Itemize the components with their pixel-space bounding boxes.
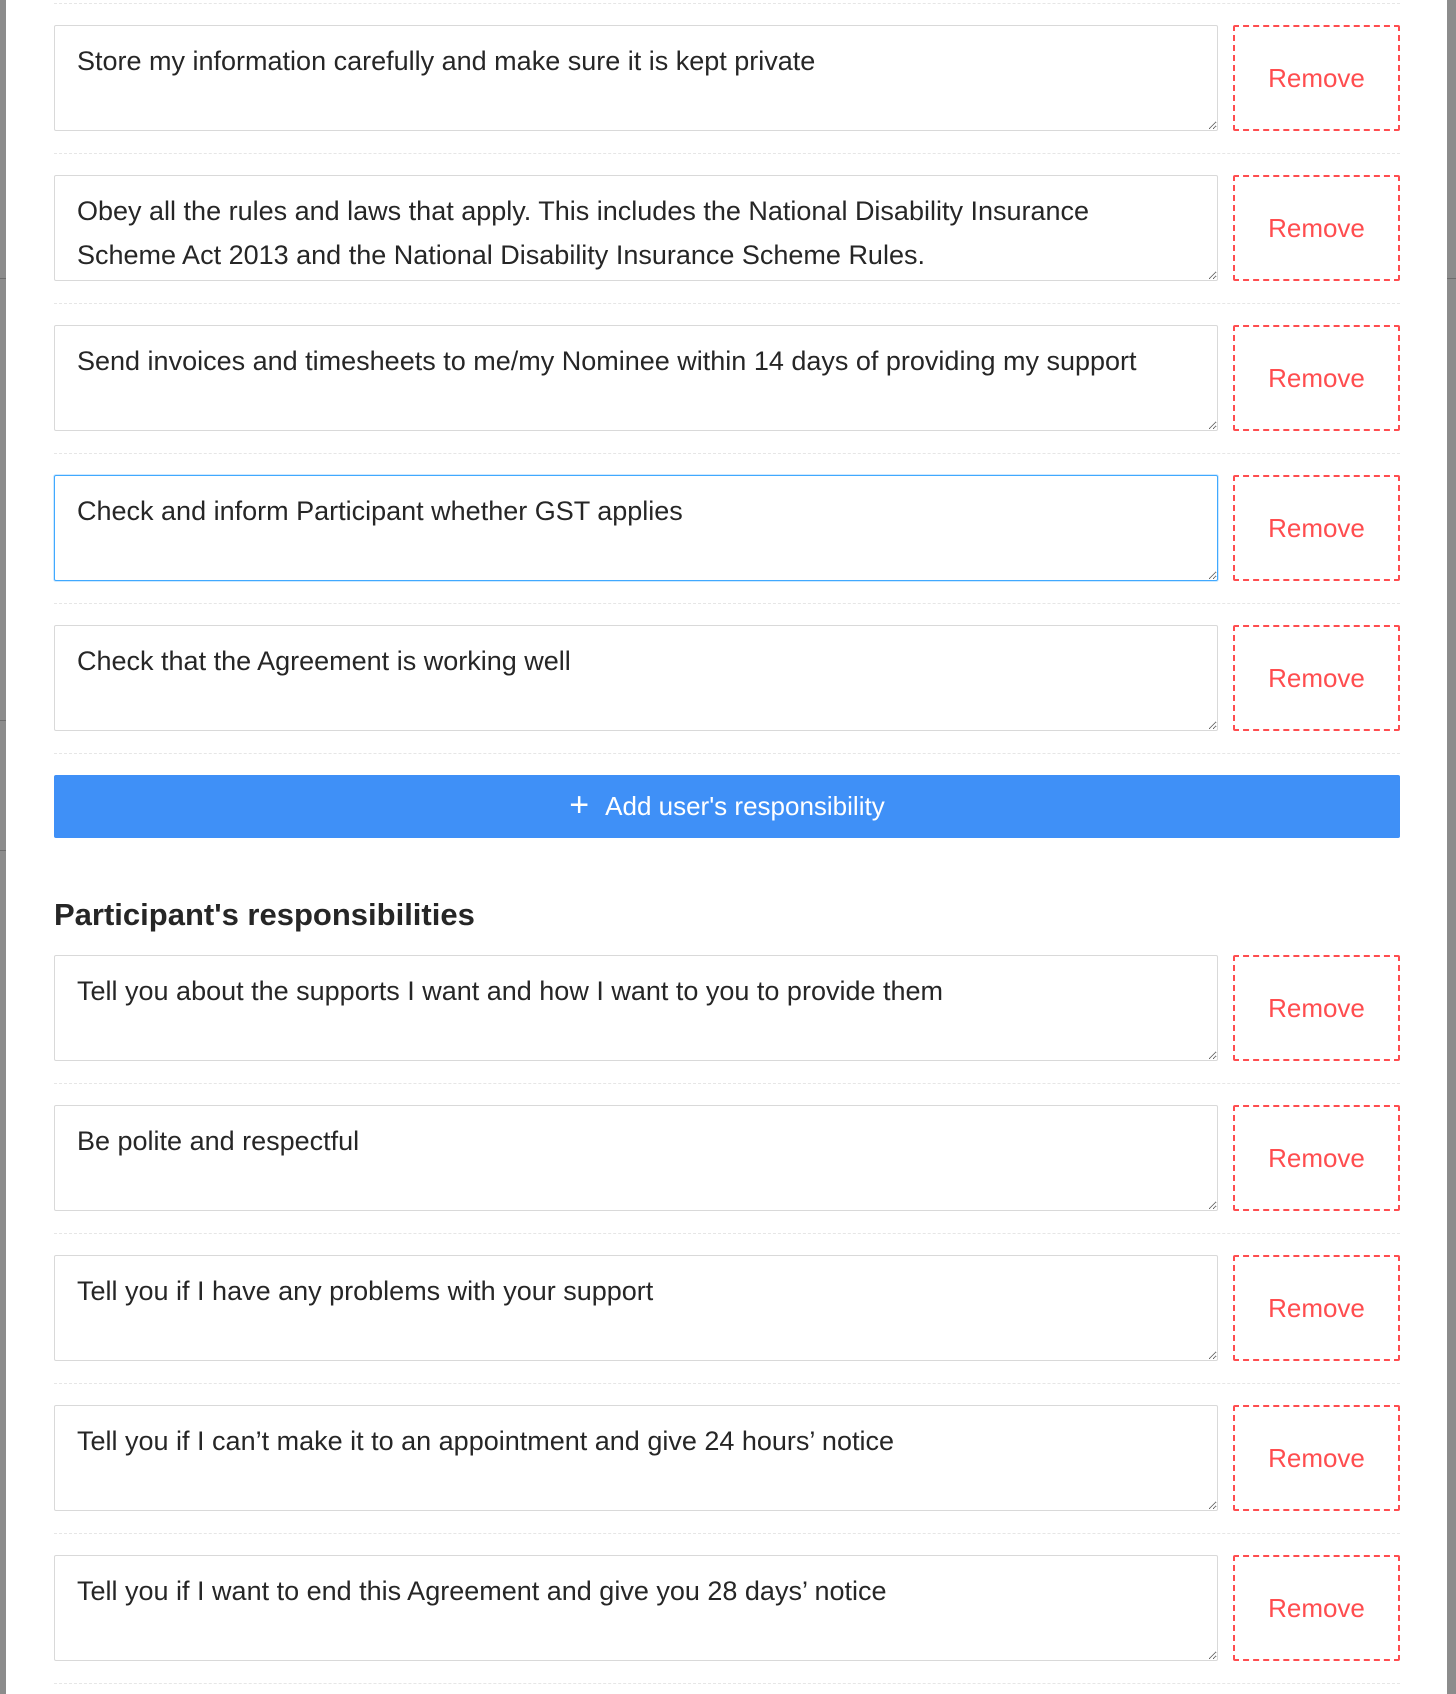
remove-button[interactable]: Remove: [1233, 175, 1400, 281]
responsibility-row: Store my information carefully and make …: [54, 0, 1400, 150]
row-divider: [54, 153, 1400, 154]
participant-responsibilities-list: Tell you about the supports I want and h…: [54, 930, 1400, 1684]
add-user-responsibility-button[interactable]: + Add user's responsibility: [54, 775, 1400, 838]
responsibility-row: Check and inform Participant whether GST…: [54, 450, 1400, 600]
responsibility-row: Tell you if I want to end this Agreement…: [54, 1530, 1400, 1680]
add-button-label: Add user's responsibility: [605, 791, 885, 821]
remove-button[interactable]: Remove: [1233, 1405, 1400, 1511]
row-divider: [54, 1383, 1400, 1384]
remove-button[interactable]: Remove: [1233, 325, 1400, 431]
remove-button[interactable]: Remove: [1233, 955, 1400, 1061]
row-divider: [54, 753, 1400, 754]
remove-button[interactable]: Remove: [1233, 475, 1400, 581]
row-divider: [54, 3, 1400, 4]
responsibility-row: Check that the Agreement is working well…: [54, 600, 1400, 750]
responsibility-textarea[interactable]: Store my information carefully and make …: [54, 25, 1218, 131]
responsibility-textarea[interactable]: Obey all the rules and laws that apply. …: [54, 175, 1218, 281]
row-divider: [54, 1083, 1400, 1084]
plus-icon: +: [569, 786, 590, 824]
responsibility-row: Tell you if I can’t make it to an appoin…: [54, 1380, 1400, 1530]
row-divider: [54, 1533, 1400, 1534]
responsibility-row: Tell you if I have any problems with you…: [54, 1230, 1400, 1380]
responsibility-row: Tell you about the supports I want and h…: [54, 930, 1400, 1080]
responsibility-row: Obey all the rules and laws that apply. …: [54, 150, 1400, 300]
responsibility-textarea[interactable]: Tell you if I have any problems with you…: [54, 1255, 1218, 1361]
responsibility-row: Send invoices and timesheets to me/my No…: [54, 300, 1400, 450]
row-divider: [54, 1683, 1400, 1684]
responsibility-textarea[interactable]: Send invoices and timesheets to me/my No…: [54, 325, 1218, 431]
responsibility-textarea[interactable]: Check that the Agreement is working well: [54, 625, 1218, 731]
row-divider: [54, 453, 1400, 454]
remove-button[interactable]: Remove: [1233, 1255, 1400, 1361]
remove-button[interactable]: Remove: [1233, 1555, 1400, 1661]
row-divider: [54, 1233, 1400, 1234]
row-divider: [54, 303, 1400, 304]
remove-button[interactable]: Remove: [1233, 25, 1400, 131]
responsibility-textarea[interactable]: Be polite and respectful: [54, 1105, 1218, 1211]
responsibility-textarea-focused[interactable]: Check and inform Participant whether GST…: [54, 475, 1218, 581]
section-title-participant: Participant's responsibilities: [54, 897, 475, 932]
remove-button[interactable]: Remove: [1233, 625, 1400, 731]
responsibility-textarea[interactable]: Tell you about the supports I want and h…: [54, 955, 1218, 1061]
backdrop-divider: [1447, 278, 1456, 279]
row-divider: [54, 603, 1400, 604]
responsibility-textarea[interactable]: Tell you if I can’t make it to an appoin…: [54, 1405, 1218, 1511]
remove-button[interactable]: Remove: [1233, 1105, 1400, 1211]
list-end: [54, 1680, 1400, 1684]
responsibility-textarea[interactable]: Tell you if I want to end this Agreement…: [54, 1555, 1218, 1661]
responsibility-row: Be polite and respectful Remove: [54, 1080, 1400, 1230]
list-end: [54, 750, 1400, 754]
responsibilities-modal: Store my information carefully and make …: [6, 0, 1447, 1694]
user-responsibilities-list: Store my information carefully and make …: [54, 0, 1400, 754]
